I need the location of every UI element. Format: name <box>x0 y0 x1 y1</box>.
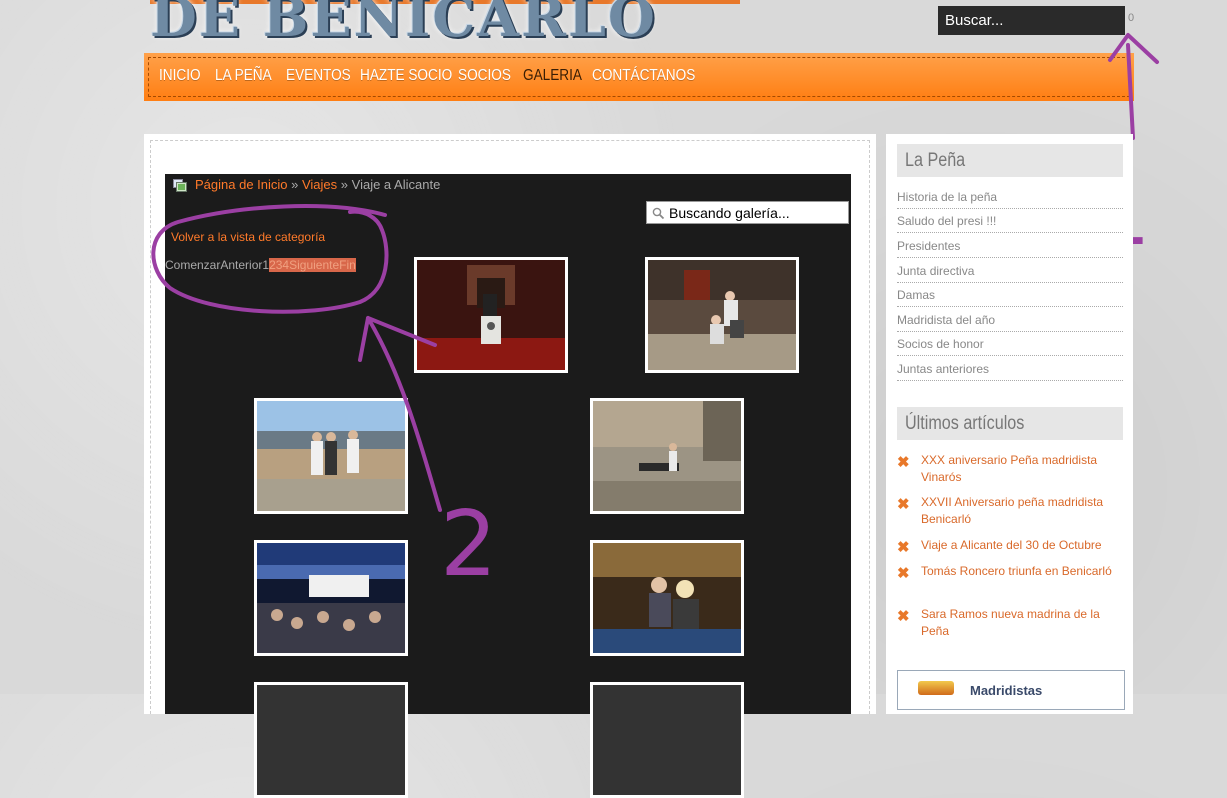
pager-next[interactable]: Siguiente <box>289 258 339 272</box>
photo-family-stroller[interactable] <box>645 257 799 373</box>
madridistas-widget[interactable]: Madridistas <box>897 670 1125 710</box>
nav-item-contactanos[interactable]: CONTÁCTANOS <box>592 67 695 85</box>
nav-item-inicio[interactable]: INICIO <box>159 67 201 85</box>
site-logo[interactable]: DE BENICARLO <box>150 0 740 48</box>
photo-couple-stands[interactable] <box>590 540 744 656</box>
crest-icon <box>918 681 954 695</box>
article-link[interactable]: Sara Ramos nueva madrina de la Peña <box>921 606 1126 640</box>
gallery-search[interactable] <box>646 201 849 224</box>
pager-start: Comenzar <box>165 258 221 272</box>
gallery-search-input[interactable] <box>669 204 845 221</box>
photo-three-men-viewpoint-image <box>257 401 405 511</box>
x-bullet-icon: ✖ <box>897 565 910 582</box>
sidebar-title-articles: Últimos artículos <box>897 407 1123 440</box>
pager-end[interactable]: Fin <box>339 258 356 272</box>
article-link[interactable]: Viaje a Alicante del 30 de Octubre <box>921 537 1126 554</box>
breadcrumb-viajes[interactable]: Viajes <box>302 177 337 192</box>
nav-item-hazte-socio[interactable]: HAZTE SOCIO <box>360 67 452 85</box>
gallery-icon <box>173 179 187 192</box>
breadcrumb-current: Viaje a Alicante <box>351 177 441 192</box>
photo-partial-2[interactable] <box>590 682 744 798</box>
photo-family-stroller-image <box>648 260 796 370</box>
photo-podium-image <box>417 260 565 370</box>
breadcrumb-sep: » <box>287 177 302 192</box>
site-search-input[interactable] <box>938 6 1125 35</box>
breadcrumb-home[interactable]: Página de Inicio <box>195 177 288 192</box>
x-bullet-icon: ✖ <box>897 539 910 556</box>
breadcrumb-sep: » <box>337 177 352 192</box>
nav-item-galeria[interactable]: GALERIA <box>523 67 582 85</box>
search-icon <box>652 207 665 220</box>
photo-couple-stands-image <box>593 543 741 653</box>
photo-three-men-viewpoint[interactable] <box>254 398 408 514</box>
pager-pages[interactable]: 234 <box>269 258 289 272</box>
sidebar-link-damas[interactable]: Damas <box>897 283 1123 307</box>
photo-partial-1[interactable] <box>254 682 408 798</box>
sidebar-link-saludo[interactable]: Saludo del presi !!! <box>897 209 1123 233</box>
madridistas-label: Madridistas <box>970 683 1043 698</box>
sidebar-link-historia[interactable]: Historia de la peña <box>897 185 1123 209</box>
sidebar-title-la-pena: La Peña <box>897 144 1123 177</box>
sidebar-link-presidentes[interactable]: Presidentes <box>897 234 1123 258</box>
photo-podium[interactable] <box>414 257 568 373</box>
main-nav: INICIO LA PEÑA EVENTOS HAZTE SOCIO SOCIO… <box>144 53 1134 101</box>
sidebar-link-socios-honor[interactable]: Socios de honor <box>897 332 1123 356</box>
sidebar-link-juntas-anteriores[interactable]: Juntas anteriores <box>897 357 1123 381</box>
pagination: ComenzarAnterior1234SiguienteFin <box>165 258 356 272</box>
cart-count: 0 <box>1128 12 1135 24</box>
nav-item-eventos[interactable]: EVENTOS <box>286 67 351 85</box>
sidebar-link-madridista[interactable]: Madridista del año <box>897 308 1123 332</box>
breadcrumb: Página de Inicio » Viajes » Viaje a Alic… <box>195 177 440 192</box>
nav-item-la-pena[interactable]: LA PEÑA <box>215 67 272 85</box>
x-bullet-icon: ✖ <box>897 454 910 471</box>
back-to-category-link[interactable]: Volver a la vista de categoría <box>171 230 325 244</box>
article-link[interactable]: Tomás Roncero triunfa en Benicarló <box>921 563 1126 580</box>
article-link[interactable]: XXX aniversario Peña madridista Vinarós <box>921 452 1126 486</box>
pager-prev: Anterior <box>220 258 263 272</box>
x-bullet-icon: ✖ <box>897 496 910 513</box>
article-link[interactable]: XXVII Aniversario peña madridista Benica… <box>921 494 1126 528</box>
photo-crowd-banner[interactable] <box>254 540 408 656</box>
x-bullet-icon: ✖ <box>897 608 910 625</box>
photo-cannon[interactable] <box>590 398 744 514</box>
photo-cannon-image <box>593 401 741 511</box>
photo-crowd-banner-image <box>257 543 405 653</box>
sidebar-link-junta[interactable]: Junta directiva <box>897 259 1123 283</box>
nav-item-socios[interactable]: SOCIOS <box>458 67 511 85</box>
